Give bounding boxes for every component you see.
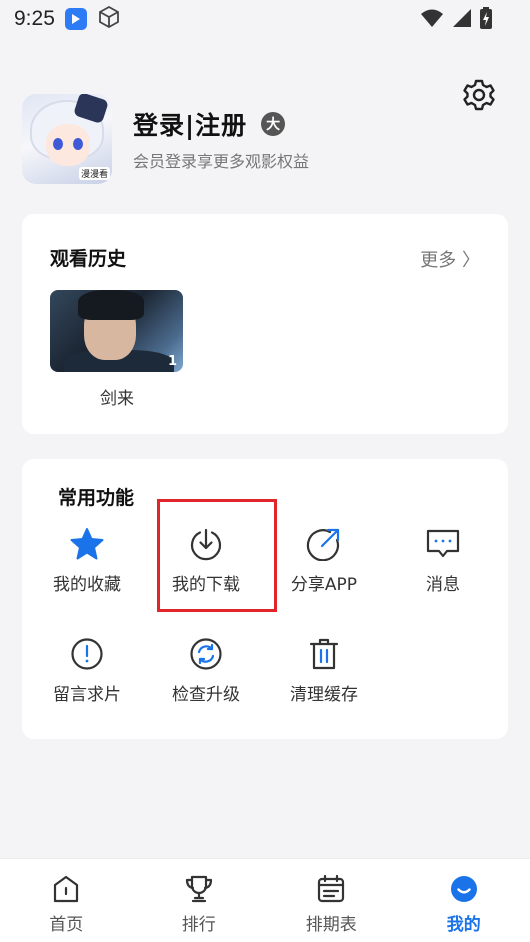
home-icon <box>54 875 79 903</box>
history-title: 观看历史 <box>50 248 127 270</box>
history-item[interactable]: 1 剑来 <box>50 290 184 409</box>
common-functions-card: 常用功能 我的收藏 我的下载 分享APP 消息 留言求片 检查升级 清理缓存 <box>22 459 508 739</box>
downloads-button[interactable]: 我的下载 <box>147 527 265 607</box>
status-time: 9:25 <box>14 7 55 30</box>
check-update-button[interactable]: 检查升级 <box>147 637 265 717</box>
favorites-button[interactable]: 我的收藏 <box>28 527 146 607</box>
bottom-tab-bar: 首页 排行 排期表 我的 <box>0 858 530 942</box>
check-update-label: 检查升级 <box>172 685 240 705</box>
profile-icon <box>450 876 477 902</box>
clear-cache-label: 清理缓存 <box>290 685 358 705</box>
tab-mine[interactable]: 我的 <box>398 859 530 942</box>
status-bar: 9:25 <box>0 0 530 38</box>
avatar[interactable]: 漫漫看 <box>22 94 112 184</box>
downloads-label: 我的下载 <box>172 575 240 595</box>
refresh-icon <box>190 638 222 670</box>
tab-mine-label: 我的 <box>446 915 481 935</box>
app-icon <box>64 8 87 30</box>
favorites-label: 我的收藏 <box>53 575 121 595</box>
profile-header[interactable]: 漫漫看 登录|注册 大 会员登录享更多观影权益 <box>22 94 309 184</box>
history-more-link[interactable]: 更多 〉 <box>420 246 480 272</box>
trophy-icon <box>185 875 212 903</box>
share-icon <box>306 528 340 561</box>
settings-button[interactable] <box>462 78 496 112</box>
tab-ranking[interactable]: 排行 <box>133 859 266 942</box>
episode-number: 1 <box>167 354 177 369</box>
signal-icon <box>452 8 472 32</box>
feedback-icon <box>71 638 103 670</box>
calendar-icon <box>318 874 345 903</box>
login-subtitle: 会员登录享更多观影权益 <box>133 152 310 171</box>
video-thumbnail[interactable]: 1 <box>50 290 183 372</box>
share-app-label: 分享APP <box>290 575 358 595</box>
level-badge-icon: 大 <box>261 112 286 136</box>
request-film-label: 留言求片 <box>53 685 121 705</box>
cube-icon <box>97 5 121 33</box>
video-title: 剑来 <box>100 389 134 409</box>
star-icon <box>70 528 104 560</box>
trash-icon <box>309 638 339 670</box>
avatar-tag: 漫漫看 <box>78 167 110 180</box>
clear-cache-button[interactable]: 清理缓存 <box>265 637 383 717</box>
tab-home[interactable]: 首页 <box>0 859 133 942</box>
tab-ranking-label: 排行 <box>181 915 216 935</box>
download-icon <box>190 528 222 561</box>
functions-title: 常用功能 <box>58 487 135 509</box>
battery-charging-icon <box>480 7 492 33</box>
watch-history-card: 观看历史 更多 〉 1 剑来 <box>22 214 508 434</box>
request-film-button[interactable]: 留言求片 <box>28 637 146 717</box>
message-icon <box>426 529 460 558</box>
gear-icon <box>463 79 495 111</box>
tab-schedule[interactable]: 排期表 <box>265 859 398 942</box>
wifi-icon <box>420 8 444 32</box>
tab-schedule-label: 排期表 <box>305 915 357 935</box>
messages-label: 消息 <box>426 575 460 595</box>
messages-button[interactable]: 消息 <box>384 527 502 607</box>
tab-home-label: 首页 <box>49 915 84 935</box>
login-register-link[interactable]: 登录|注册 <box>133 106 247 142</box>
share-app-button[interactable]: 分享APP <box>265 527 383 607</box>
